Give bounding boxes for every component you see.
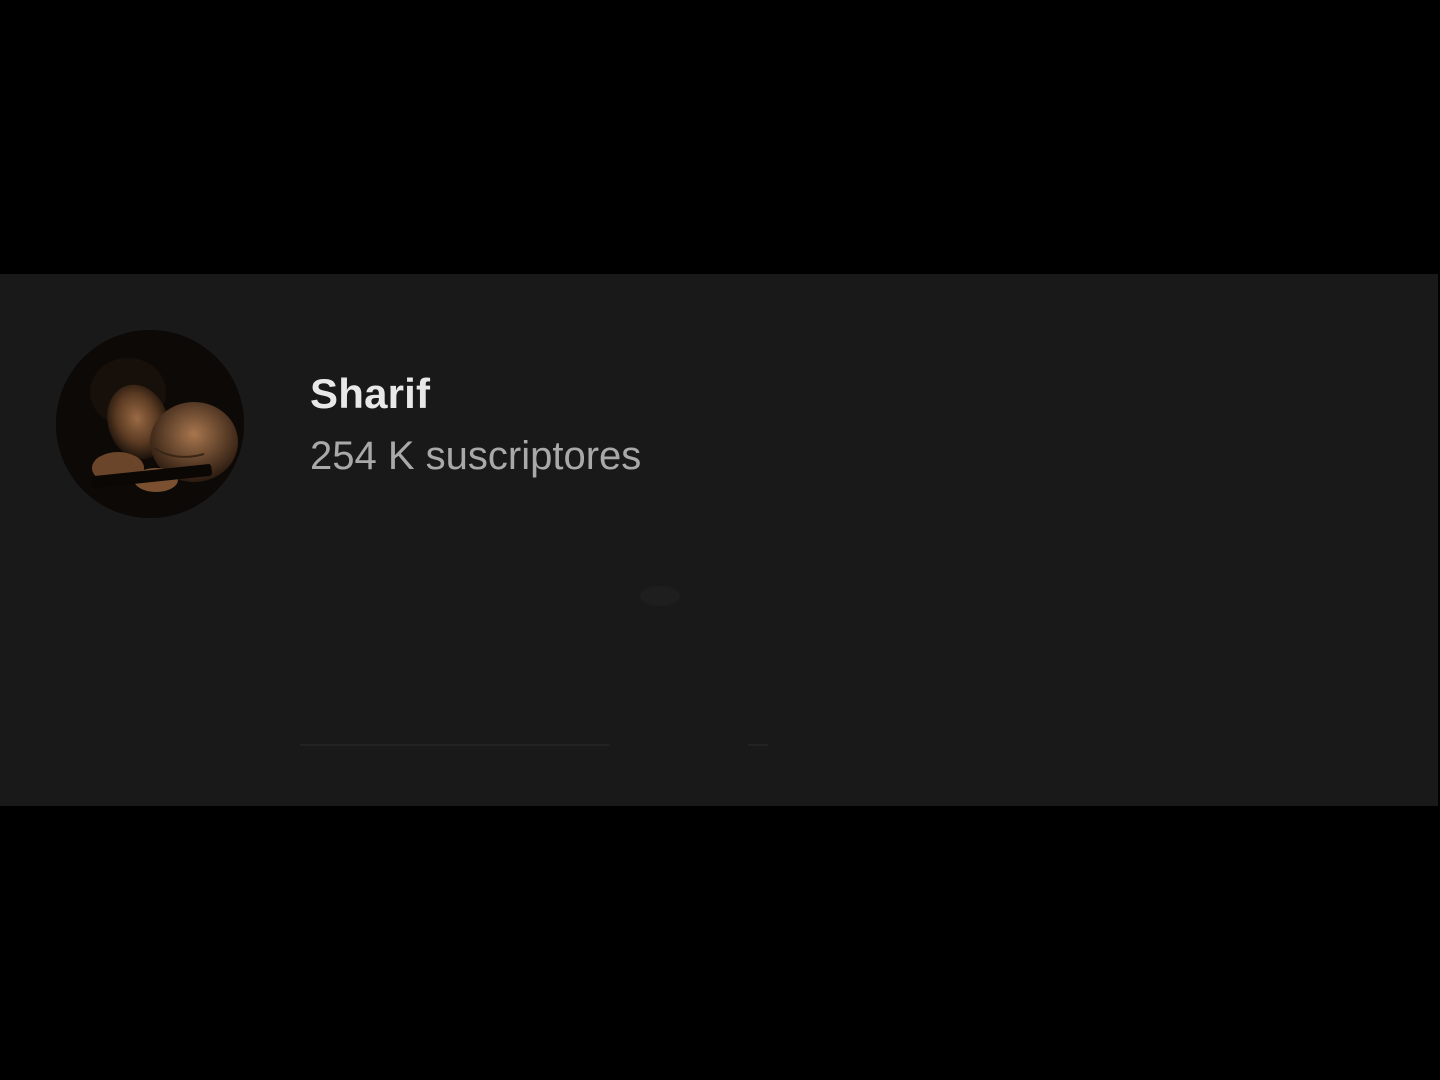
channel-info: Sharif 254 K suscriptores — [310, 366, 641, 484]
channel-avatar[interactable] — [56, 330, 244, 518]
faint-divider — [748, 744, 768, 746]
screen: Sharif 254 K suscriptores — [0, 0, 1440, 1080]
subscriber-count: 254 K suscriptores — [310, 434, 642, 478]
channel-name[interactable]: Sharif — [310, 366, 641, 422]
channel-header: Sharif 254 K suscriptores — [0, 274, 1438, 806]
faint-artifact — [640, 586, 680, 606]
letterbox-top — [0, 0, 1440, 274]
letterbox-bottom — [0, 806, 1440, 1080]
channel-avatar-photo-icon — [56, 330, 244, 518]
faint-divider — [300, 744, 610, 746]
